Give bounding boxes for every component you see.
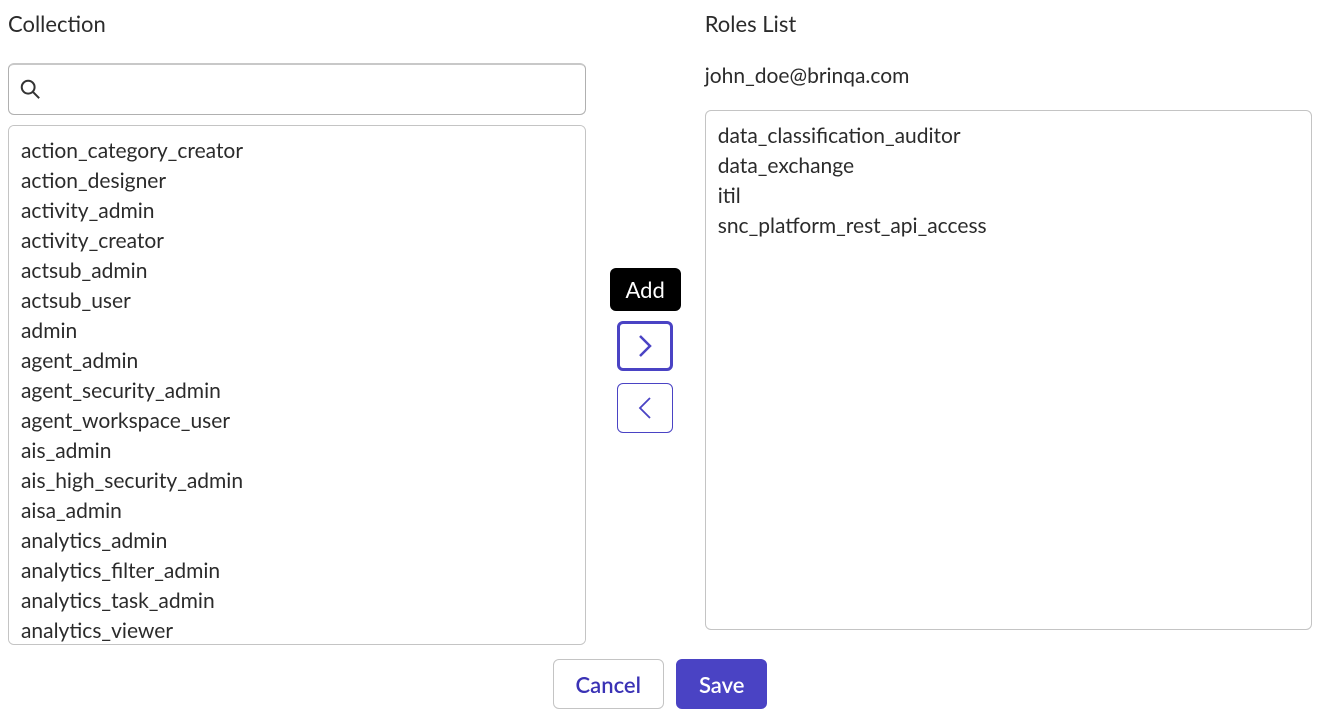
list-item[interactable]: ais_high_security_admin — [21, 466, 577, 496]
search-input[interactable] — [8, 63, 586, 115]
list-item[interactable]: analytics_filter_admin — [21, 556, 577, 586]
collection-title: Collection — [8, 10, 586, 37]
transfer-controls: Add — [606, 8, 685, 645]
list-item[interactable]: aisa_admin — [21, 496, 577, 526]
list-item[interactable]: action_category_creator — [21, 136, 577, 166]
list-item[interactable]: actsub_user — [21, 286, 577, 316]
user-email: john_doe@brinqa.com — [705, 63, 1312, 88]
save-button[interactable]: Save — [676, 659, 768, 709]
list-item[interactable]: snc_platform_rest_api_access — [718, 211, 1299, 241]
list-item[interactable]: itil — [718, 181, 1299, 211]
list-item[interactable]: agent_security_admin — [21, 376, 577, 406]
list-item[interactable]: analytics_admin — [21, 526, 577, 556]
list-item[interactable]: agent_admin — [21, 346, 577, 376]
list-item[interactable]: action_designer — [21, 166, 577, 196]
list-item[interactable]: ais_admin — [21, 436, 577, 466]
list-item[interactable]: activity_creator — [21, 226, 577, 256]
collection-panel: Collection action_category_creatoraction… — [8, 8, 586, 645]
list-item[interactable]: agent_workspace_user — [21, 406, 577, 436]
list-item[interactable]: admin — [21, 316, 577, 346]
list-item[interactable]: activity_admin — [21, 196, 577, 226]
list-item[interactable]: analytics_viewer — [21, 616, 577, 645]
footer-actions: Cancel Save — [8, 659, 1312, 709]
search-wrapper — [8, 63, 586, 115]
list-item[interactable]: data_exchange — [718, 151, 1299, 181]
remove-button[interactable] — [617, 383, 673, 433]
roles-list[interactable]: data_classification_auditordata_exchange… — [705, 110, 1312, 630]
list-item[interactable]: analytics_task_admin — [21, 586, 577, 616]
cancel-button[interactable]: Cancel — [553, 659, 664, 709]
roles-list-title: Roles List — [705, 10, 1312, 37]
add-tooltip: Add — [610, 268, 681, 311]
list-item[interactable]: actsub_admin — [21, 256, 577, 286]
list-item[interactable]: data_classification_auditor — [718, 121, 1299, 151]
add-button[interactable] — [617, 321, 673, 371]
collection-list[interactable]: action_category_creatoraction_designerac… — [8, 125, 586, 645]
roles-panel: Roles List john_doe@brinqa.com data_clas… — [705, 8, 1312, 645]
